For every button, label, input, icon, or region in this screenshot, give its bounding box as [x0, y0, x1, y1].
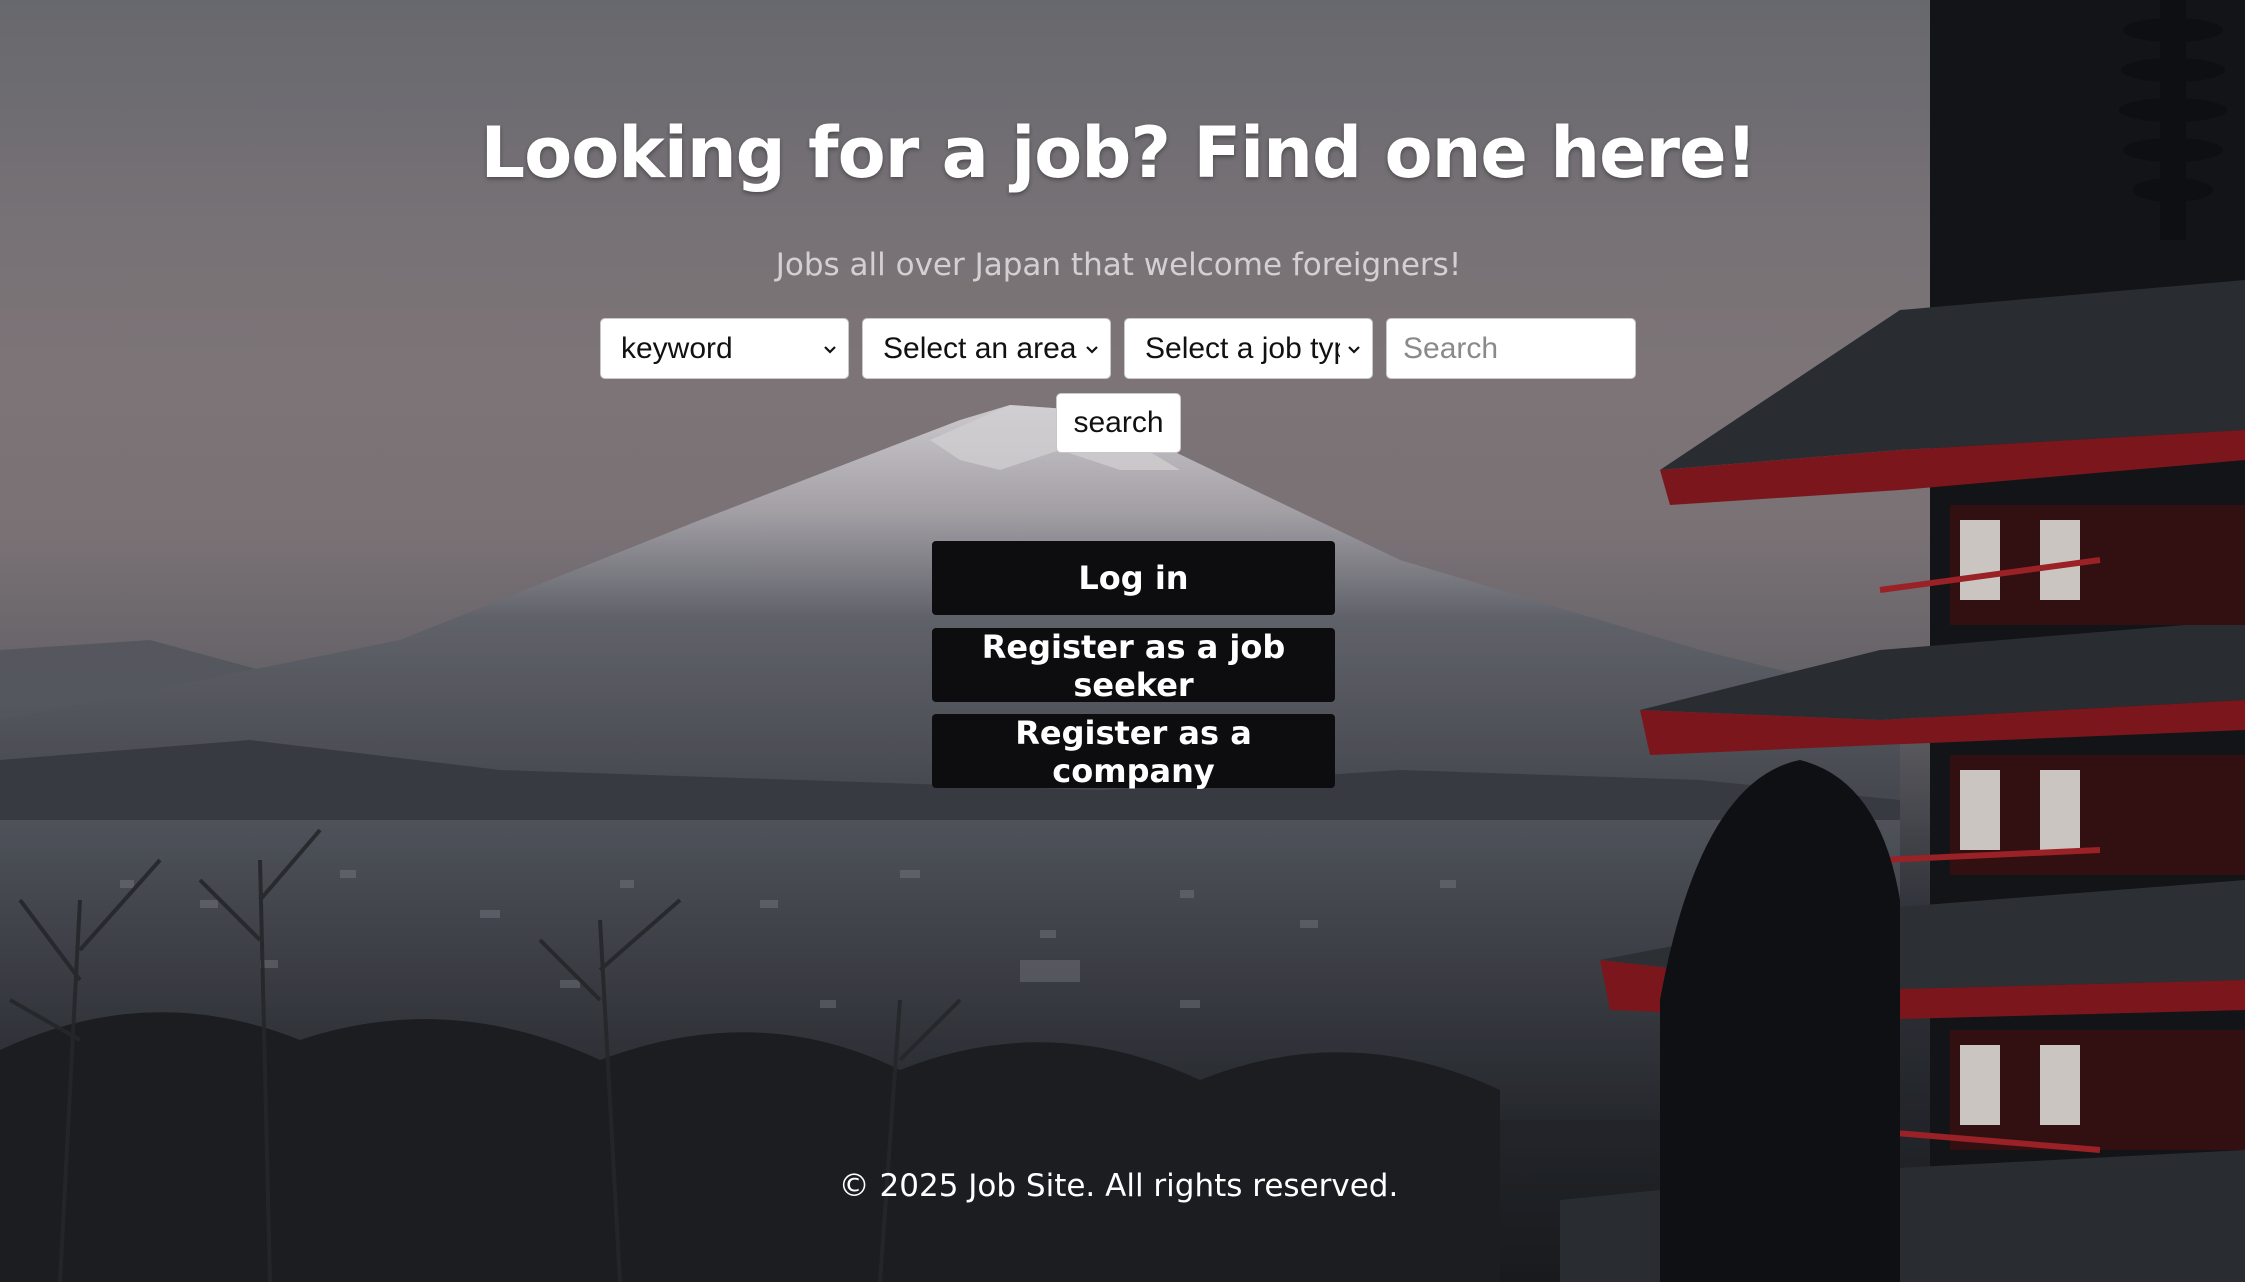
login-button[interactable]: Log in	[932, 541, 1335, 615]
main-content: Looking for a job? Find one here! Jobs a…	[0, 0, 2245, 1282]
search-form: keyword Select an area Select a job type	[600, 318, 1636, 379]
keyword-select[interactable]: keyword	[600, 318, 849, 379]
chevron-down-icon	[1086, 345, 1098, 354]
area-select-value: Select an area	[883, 331, 1077, 365]
register-company-button[interactable]: Register as a company	[932, 714, 1335, 790]
chevron-down-icon	[824, 345, 836, 354]
register-job-seeker-button[interactable]: Register as a job seeker	[932, 628, 1335, 704]
search-input[interactable]	[1386, 318, 1636, 379]
page-title: Looking for a job? Find one here!	[480, 112, 1758, 194]
area-select[interactable]: Select an area	[862, 318, 1111, 379]
footer-copyright: © 2025 Job Site. All rights reserved.	[838, 1168, 1399, 1204]
page-subtitle: Jobs all over Japan that welcome foreign…	[775, 247, 1462, 283]
search-button[interactable]: search	[1056, 393, 1181, 453]
chevron-down-icon	[1348, 345, 1360, 354]
job-type-select-value: Select a job type	[1145, 331, 1340, 365]
hero-section: Looking for a job? Find one here! Jobs a…	[0, 0, 2245, 1282]
job-type-select[interactable]: Select a job type	[1124, 318, 1373, 379]
keyword-select-value: keyword	[621, 331, 733, 365]
